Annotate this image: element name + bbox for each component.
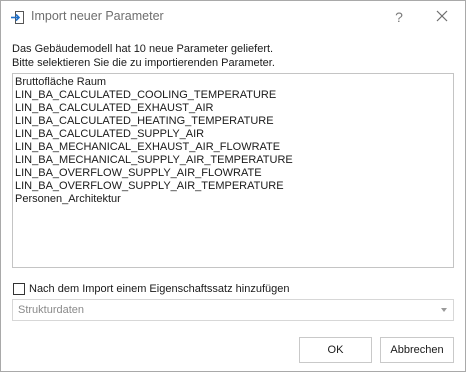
parameter-list-item[interactable]: LIN_BA_MECHANICAL_EXHAUST_AIR_FLOWRATE xyxy=(15,141,451,154)
parameter-list-item[interactable]: LIN_BA_OVERFLOW_SUPPLY_AIR_FLOWRATE xyxy=(15,167,451,180)
property-set-dropdown[interactable]: Strukturdaten xyxy=(12,299,454,321)
info-text-line-1: Das Gebäudemodell hat 10 neue Parameter … xyxy=(12,43,274,55)
window-title: Import neuer Parameter xyxy=(31,9,164,23)
title-bar: Import neuer Parameter ? xyxy=(1,1,465,33)
chevron-down-icon xyxy=(441,308,447,312)
parameter-list-item[interactable]: LIN_BA_CALCULATED_COOLING_TEMPERATURE xyxy=(15,89,451,102)
add-property-set-checkbox-row[interactable]: Nach dem Import einem Eigenschaftssatz h… xyxy=(13,281,289,297)
parameter-list-item[interactable]: LIN_BA_OVERFLOW_SUPPLY_AIR_TEMPERATURE xyxy=(15,180,451,193)
parameter-list-item[interactable]: LIN_BA_CALCULATED_EXHAUST_AIR xyxy=(15,102,451,115)
parameter-list-item[interactable]: LIN_BA_CALCULATED_SUPPLY_AIR xyxy=(15,128,451,141)
parameter-list-item[interactable]: Bruttofläche Raum xyxy=(15,76,451,89)
ok-button-label: OK xyxy=(327,344,344,356)
close-button[interactable] xyxy=(422,1,462,33)
parameter-list-item[interactable]: LIN_BA_CALCULATED_HEATING_TEMPERATURE xyxy=(15,115,451,128)
property-set-dropdown-value: Strukturdaten xyxy=(18,304,85,316)
help-icon: ? xyxy=(395,9,403,25)
import-icon xyxy=(10,10,25,25)
add-property-set-label[interactable]: Nach dem Import einem Eigenschaftssatz h… xyxy=(29,283,289,295)
add-property-set-checkbox[interactable] xyxy=(13,283,25,295)
parameter-list-item[interactable]: Personen_Architektur xyxy=(15,193,451,206)
import-parameter-dialog: Import neuer Parameter ? Das Gebäudemode… xyxy=(0,0,466,372)
info-text-line-2: Bitte selektieren Sie die zu importieren… xyxy=(12,57,275,69)
parameter-list-item[interactable]: LIN_BA_MECHANICAL_SUPPLY_AIR_TEMPERATURE xyxy=(15,154,451,167)
close-icon xyxy=(436,9,448,25)
parameter-list[interactable]: Bruttofläche Raum LIN_BA_CALCULATED_COOL… xyxy=(12,73,454,268)
cancel-button[interactable]: Abbrechen xyxy=(380,337,454,363)
ok-button[interactable]: OK xyxy=(299,337,372,363)
help-button[interactable]: ? xyxy=(379,1,419,33)
cancel-button-label: Abbrechen xyxy=(390,344,444,356)
